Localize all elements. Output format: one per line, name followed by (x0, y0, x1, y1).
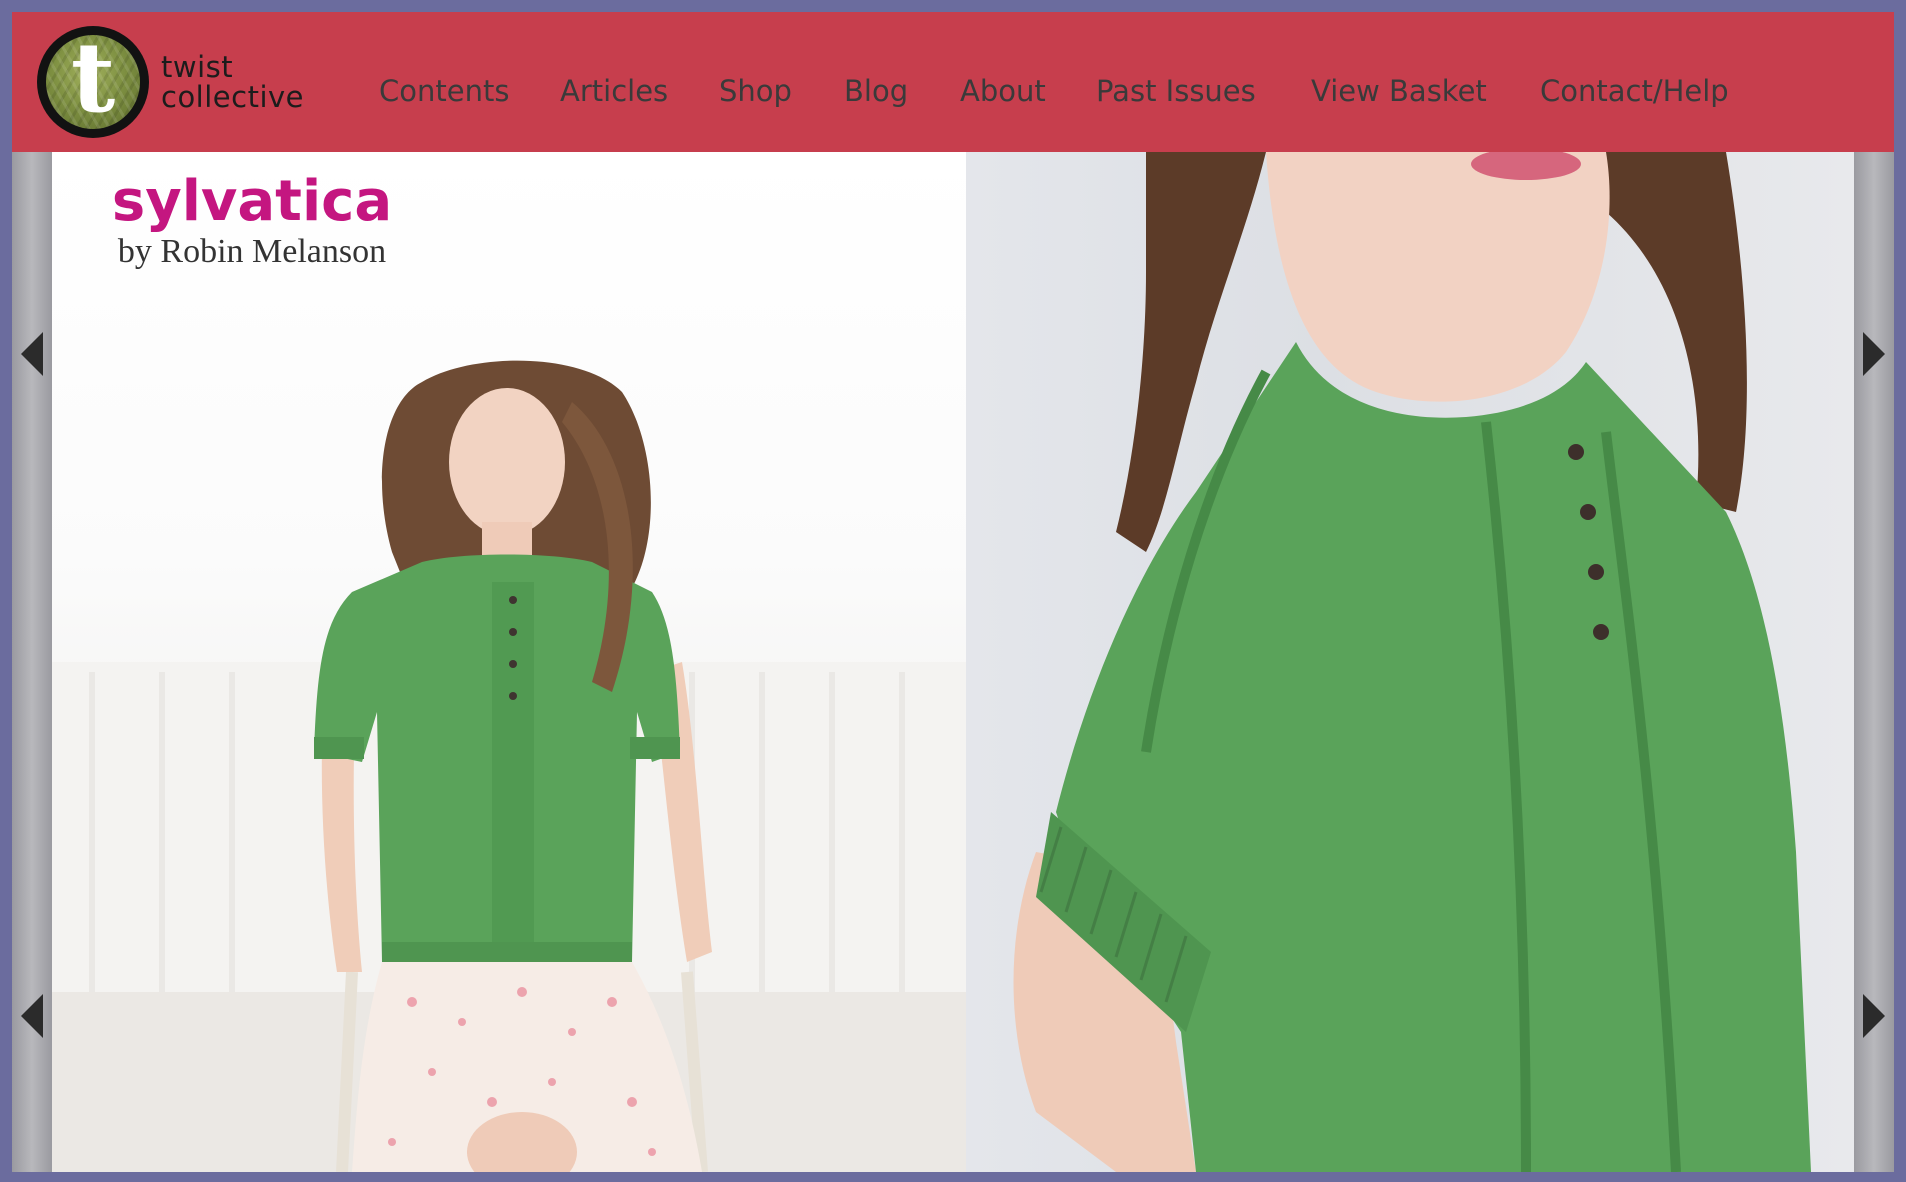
pattern-title-block: sylvatica by Robin Melanson (52, 172, 452, 272)
pattern-designer: by Robin Melanson (117, 233, 387, 270)
photo-sleeve-detail (966, 152, 1854, 1172)
nav-past-issues[interactable]: Past Issues (1096, 74, 1256, 108)
nav-contents[interactable]: Contents (379, 74, 509, 108)
gallery-right-rail (1854, 152, 1894, 1172)
site-header: t twist collective Contents Articles Sho… (12, 12, 1894, 152)
detail-photo (1013, 152, 1811, 1172)
model-photo (52, 360, 966, 1172)
nav-view-basket[interactable]: View Basket (1311, 74, 1487, 108)
nav-about[interactable]: About (960, 74, 1046, 108)
prev-photo-button-bottom[interactable] (12, 986, 52, 1046)
main-nav: Contents Articles Shop Blog About Past I… (12, 12, 1894, 152)
page-frame: t twist collective Contents Articles Sho… (12, 12, 1894, 1172)
chevron-left-icon (21, 994, 43, 1038)
prev-photo-button-top[interactable] (12, 324, 52, 384)
nav-shop[interactable]: Shop (719, 74, 792, 108)
chevron-right-icon (1863, 994, 1885, 1038)
next-photo-button-bottom[interactable] (1854, 986, 1894, 1046)
chevron-right-icon (1863, 332, 1885, 376)
nav-contact-help[interactable]: Contact/Help (1540, 74, 1729, 108)
gallery-left-rail (12, 152, 52, 1172)
chevron-left-icon (21, 332, 43, 376)
nav-blog[interactable]: Blog (844, 74, 908, 108)
nav-articles[interactable]: Articles (560, 74, 668, 108)
pattern-title: sylvatica (111, 169, 393, 234)
photo-model-seated: sylvatica by Robin Melanson (52, 152, 966, 1172)
next-photo-button-top[interactable] (1854, 324, 1894, 384)
